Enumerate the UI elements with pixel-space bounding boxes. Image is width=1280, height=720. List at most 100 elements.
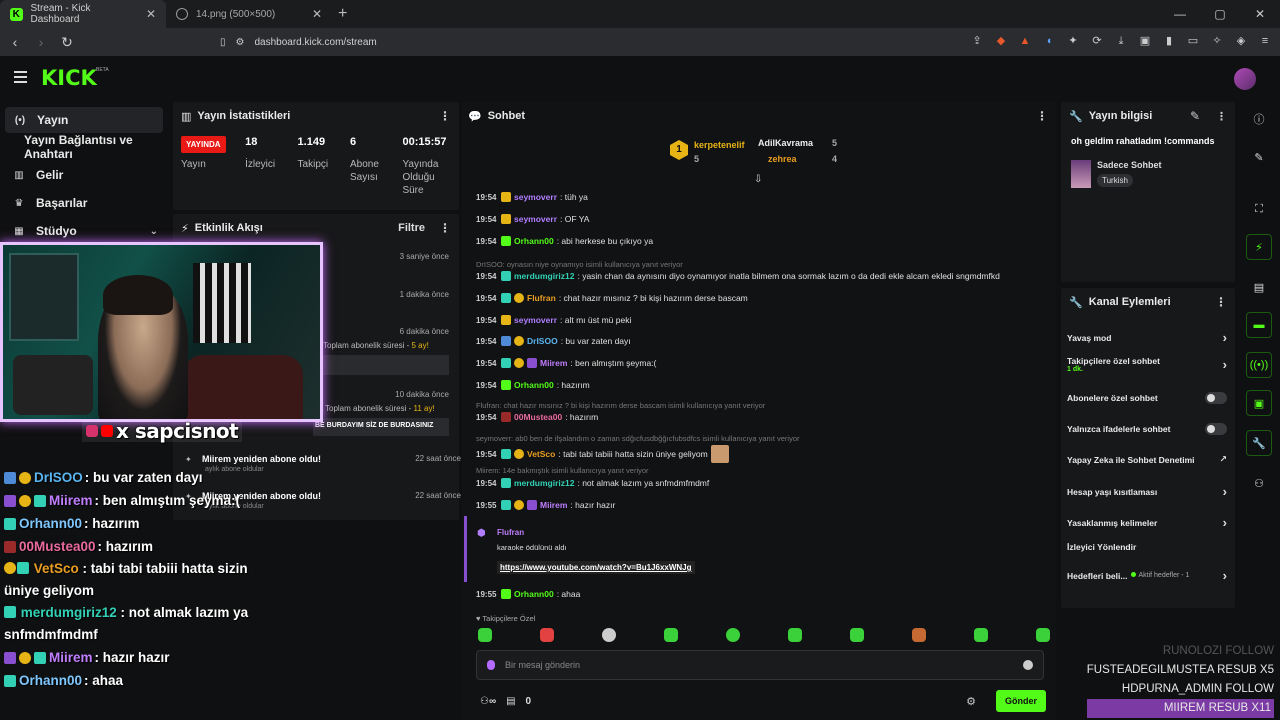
follower-chat-item[interactable]: Takipçilere özel sohbet 1 dk. › [1067,356,1227,373]
emote-icon[interactable] [726,628,740,642]
edit-icon[interactable]: ✎ [1246,144,1272,170]
community-icon[interactable]: ⚇ [1246,470,1272,496]
chat-user[interactable]: Orhann00 [514,236,554,246]
sidebar-item-studio[interactable]: ▦ Stüdyo ⌄ [0,217,170,245]
broadcast-icon[interactable]: ((•)) [1246,352,1272,378]
collapse-icon[interactable]: ⇩ [754,174,762,185]
goals-item[interactable]: Hedefleri beli... Aktif hedefler - 1 › [1067,568,1227,583]
emote-icon[interactable] [850,628,864,642]
edit-icon[interactable]: ✎ [1190,109,1200,123]
emote-icon[interactable] [540,628,554,642]
extensions-icon[interactable]: ✦ [1066,34,1080,48]
emote-icon[interactable] [664,628,678,642]
reward-user[interactable]: Flufran [497,528,1024,537]
ai-icon[interactable]: ✧ [1210,34,1224,48]
chat-user[interactable]: Flufran [527,293,556,303]
emote-icon[interactable] [478,628,492,642]
forward-icon[interactable]: › [34,34,48,50]
chat-user[interactable]: merdumgiriz12 [514,271,574,281]
wrench-icon[interactable]: 🔧 [1246,430,1272,456]
chat-user[interactable]: Orhann00 [514,380,554,390]
emote-icon[interactable] [788,628,802,642]
expand-icon[interactable]: ⛶ [1246,196,1272,222]
kick-logo[interactable]: KICK [41,66,97,90]
reward-link[interactable]: https://www.youtube.com/watch?v=Bu1J6xxW… [497,561,695,574]
screenshot-icon[interactable]: ▣ [1138,34,1152,48]
account-age-item[interactable]: Hesap yaşı kısıtlaması › [1067,484,1227,499]
chat-user[interactable]: seymoverr [514,315,557,325]
slow-mode-item[interactable]: Yavaş mod › [1067,330,1227,345]
translate-icon[interactable]: ◖ [1042,34,1056,48]
avatar[interactable] [1234,68,1256,90]
share-icon[interactable]: ⇪ [970,34,984,48]
maximize-icon[interactable]: ▢ [1200,0,1240,28]
emoji-icon[interactable] [1023,660,1033,670]
emote-icon[interactable] [974,628,988,642]
community-icon[interactable]: ⚇∞ [480,696,496,707]
more-icon[interactable]: ⋮ [439,221,451,235]
filter-button[interactable]: Filtre [398,222,425,234]
close-icon[interactable]: ✕ [146,7,156,21]
sidebar-icon[interactable]: ▮ [1162,34,1176,48]
close-icon[interactable]: ✕ [312,7,322,21]
emote-chat-toggle[interactable] [1205,423,1227,435]
chat-user[interactable]: Orhann00 [514,589,554,599]
gifter-name[interactable]: kerpetenelif [694,140,745,150]
warning-icon[interactable]: ▲ [1018,34,1032,48]
bolt-icon[interactable]: ⚡ [1246,234,1272,260]
sync-icon[interactable]: ⟳ [1090,34,1104,48]
emote-icon[interactable] [912,628,926,642]
brave-shield-icon[interactable]: ◆ [994,34,1008,48]
menu-icon[interactable]: ≡ [1258,34,1272,48]
document-icon[interactable]: ▤ [1246,274,1272,300]
tab-stream[interactable]: K Stream - Kick Dashboard ✕ [0,0,166,28]
chat-user[interactable]: 00Mustea00 [514,412,562,422]
new-tab-icon[interactable]: + [338,5,347,23]
banned-words-item[interactable]: Yasaklanmış kelimeler › [1067,515,1227,530]
site-info-icon[interactable]: ⚙ [236,37,245,48]
category-name[interactable]: Sadece Sohbet [1097,160,1162,170]
info-icon[interactable]: ⓘ [1246,106,1272,132]
more-icon[interactable]: ⋮ [1036,109,1048,123]
chat-user[interactable]: VetSco [527,449,555,459]
vpn-icon[interactable]: ◈ [1234,34,1248,48]
sub-chat-toggle[interactable] [1205,392,1227,404]
gifter-name[interactable]: zehrea [768,154,797,164]
bookmark-icon[interactable]: ▯ [220,37,226,48]
chat-icon[interactable]: ▬ [1246,312,1272,338]
raid-item[interactable]: İzleyici Yönlendir [1067,542,1227,552]
points-icon[interactable]: ▤ [506,696,515,707]
send-button[interactable]: Gönder [995,690,1046,712]
sidebar-item-revenue[interactable]: ▥ Gelir [0,161,170,189]
gifter-name[interactable]: AdilKavrama [758,138,813,148]
wallet-icon[interactable]: ▭ [1186,34,1200,48]
chat-user[interactable]: Miirem [540,500,567,510]
download-icon[interactable]: ⤓ [1114,34,1128,48]
mic-icon[interactable] [487,660,495,670]
emote-icon[interactable] [1036,628,1050,642]
chat-user[interactable]: DrISOO [527,336,558,346]
tab-image[interactable]: 14.png (500×500) ✕ [166,0,332,28]
more-icon[interactable]: ⋮ [439,109,451,123]
close-window-icon[interactable]: ✕ [1240,0,1280,28]
ai-moderation-item[interactable]: Yapay Zeka ile Sohbet Denetimi ↗ [1067,454,1227,465]
chevron-down-icon[interactable]: ⌄ [150,226,158,237]
chat-user[interactable]: Miirem [540,358,567,368]
emote-icon[interactable] [602,628,616,642]
more-icon[interactable]: ⋮ [1215,295,1227,309]
chat-user[interactable]: seymoverr [514,214,557,224]
url-field[interactable]: ▯ ⚙ dashboard.kick.com/stream [220,32,965,52]
chat-user[interactable]: merdumgiriz12 [514,478,574,488]
gear-icon[interactable]: ⚙ [966,695,976,708]
layout-icon[interactable]: ▣ [1246,390,1272,416]
hamburger-icon[interactable] [14,71,27,86]
more-icon[interactable]: ⋮ [1216,110,1227,123]
sidebar-item-achievements[interactable]: ♛ Başarılar [0,189,170,217]
minimize-icon[interactable]: — [1160,0,1200,28]
chat-input[interactable]: Bir mesaj gönderin [476,650,1044,680]
back-icon[interactable]: ‹ [8,34,22,50]
reload-icon[interactable]: ↻ [60,34,74,51]
chat-user[interactable]: seymoverr [514,192,557,202]
sidebar-item-stream[interactable]: (•) Yayın [5,107,163,133]
sidebar-item-stream-key[interactable]: Yayın Bağlantısı ve Anahtarı [0,133,170,161]
